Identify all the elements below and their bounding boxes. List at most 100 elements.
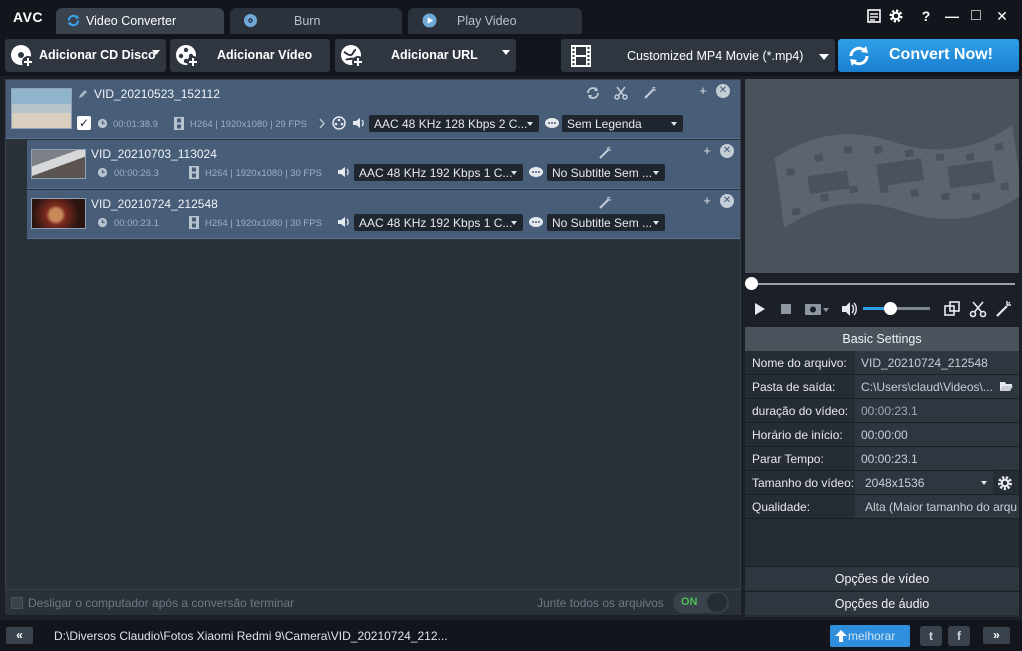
audio-options-button[interactable]: Opções de áudio (745, 591, 1019, 615)
player-controls (745, 293, 1019, 325)
output-format-select[interactable]: Customized MP4 Movie (*.mp4) (561, 39, 835, 72)
scissors-icon[interactable] (614, 86, 628, 100)
file-duration: 00:01:38.9 (113, 119, 158, 130)
chevron-right-icon[interactable] (318, 118, 326, 129)
reel-icon (332, 116, 346, 130)
gear-icon[interactable] (997, 475, 1013, 491)
add-url-label: Adicionar URL (391, 48, 478, 62)
tab-video-converter[interactable]: Video Converter (56, 8, 224, 34)
minimize-button[interactable]: — (944, 8, 960, 24)
magic-wand-icon[interactable] (598, 146, 612, 160)
subtitle-select[interactable]: No Subtitle Sem ... (547, 164, 665, 181)
output-folder-field[interactable]: C:\Users\claud\Videos\... (855, 375, 1019, 398)
play-icon[interactable] (750, 300, 768, 318)
snapshot-icon[interactable] (803, 300, 831, 318)
stop-icon[interactable] (777, 300, 795, 318)
facebook-icon[interactable]: f (948, 626, 970, 646)
setting-row-video-size: Tamanho do vídeo: 2048x1536 (745, 471, 1019, 495)
merge-toggle-state: ON (681, 596, 698, 608)
chevron-down-icon[interactable] (152, 50, 160, 55)
filename-input[interactable]: VID_20210724_212548 (855, 351, 1019, 374)
collapse-button[interactable]: « (6, 627, 33, 644)
close-button[interactable]: ✕ (994, 8, 1010, 24)
audio-track-select[interactable]: AAC 48 KHz 128 Kbps 2 C... (369, 115, 539, 132)
setting-value: Alta (Maior tamanho do arquivo) (865, 500, 1017, 514)
quality-select[interactable]: Alta (Maior tamanho do arquivo) (855, 495, 1019, 518)
file-duration: 00:00:26.3 (114, 168, 159, 179)
remove-file-button[interactable]: ✕ (716, 84, 730, 98)
expand-button[interactable]: » (983, 627, 1010, 644)
improve-button[interactable]: melhorar (830, 625, 910, 647)
cd-add-icon (11, 45, 34, 68)
setting-row-filename: Nome do arquivo: VID_20210724_212548 (745, 351, 1019, 375)
add-cd-button[interactable]: Adicionar CD Disco (5, 39, 166, 72)
scissors-icon[interactable] (969, 300, 987, 318)
remove-file-button[interactable]: ✕ (720, 144, 734, 158)
volume-handle[interactable] (883, 302, 897, 315)
merge-toggle[interactable]: ON (673, 592, 729, 613)
notes-icon[interactable] (866, 8, 882, 24)
magic-wand-icon[interactable] (995, 300, 1013, 318)
shutdown-checkbox[interactable] (11, 597, 23, 609)
add-icon[interactable]: + (699, 144, 715, 160)
audio-track-select[interactable]: AAC 48 KHz 192 Kbps 1 C... (354, 214, 523, 231)
chevron-down-icon[interactable] (502, 50, 510, 55)
film-icon (189, 166, 199, 179)
file-row[interactable]: VID_20210523_152112 ✓ 00:01:38.9 H264 | … (6, 80, 740, 139)
seek-track[interactable] (751, 283, 1015, 285)
file-row[interactable]: VID_20210703_113024 00:00:26.3 H264 | 19… (27, 140, 740, 189)
refresh-icon[interactable] (586, 86, 600, 100)
add-icon[interactable]: + (695, 84, 711, 100)
video-info: H264 | 1920x1080 | 30 FPS (205, 218, 322, 229)
video-options-button[interactable]: Opções de vídeo (745, 566, 1019, 590)
seek-bar[interactable] (745, 273, 1019, 293)
settings-header[interactable]: Basic Settings (745, 327, 1019, 351)
stop-time-input[interactable]: 00:00:23.1 (855, 447, 1019, 470)
chevron-down-icon (671, 122, 677, 126)
audio-track-value: AAC 48 KHz 192 Kbps 1 C... (359, 166, 513, 180)
gear-icon[interactable] (888, 8, 904, 24)
twitter-icon[interactable]: t (920, 626, 942, 646)
tab-play-video[interactable]: Play Video (408, 8, 582, 34)
add-video-label: Adicionar Vídeo (217, 48, 313, 62)
add-cd-label: Adicionar CD Disco (39, 48, 156, 62)
setting-row-output-folder: Pasta de saída: C:\Users\claud\Videos\..… (745, 375, 1019, 399)
folder-open-icon[interactable] (999, 381, 1014, 392)
add-url-button[interactable]: Adicionar URL (335, 39, 516, 72)
add-video-button[interactable]: Adicionar Vídeo (170, 39, 330, 72)
audio-track-select[interactable]: AAC 48 KHz 192 Kbps 1 C... (354, 164, 523, 181)
seek-handle[interactable] (745, 277, 758, 290)
video-preview[interactable] (745, 79, 1022, 273)
pencil-icon[interactable] (77, 88, 89, 100)
setting-label: Parar Tempo: (752, 452, 824, 466)
chevron-down-icon[interactable] (819, 54, 829, 60)
tab-burn[interactable]: Burn (230, 8, 402, 34)
subtitle-select[interactable]: Sem Legenda (562, 115, 683, 132)
setting-value: VID_20210724_212548 (861, 356, 988, 370)
help-button[interactable]: ? (918, 8, 934, 24)
app-logo: AVC (13, 9, 44, 25)
subtitle-value: Sem Legenda (567, 117, 642, 131)
video-thumbnail (11, 88, 72, 129)
volume-icon[interactable] (840, 300, 858, 318)
remove-file-button[interactable]: ✕ (720, 194, 734, 208)
status-bar: « D:\Diversos Claudio\Fotos Xiaomi Redmi… (0, 620, 1022, 651)
video-size-select[interactable]: 2048x1536 (855, 471, 993, 494)
setting-value: 00:00:23.1 (861, 452, 918, 466)
magic-wand-icon[interactable] (643, 86, 657, 100)
file-checkbox[interactable]: ✓ (77, 116, 91, 130)
file-row[interactable]: VID_20210724_212548 00:00:23.1 H264 | 19… (27, 190, 740, 239)
setting-value: 00:00:00 (861, 428, 908, 442)
setting-row-stop-time: Parar Tempo: 00:00:23.1 (745, 447, 1019, 471)
speaker-icon (338, 217, 349, 227)
add-icon[interactable]: + (699, 194, 715, 210)
magic-wand-icon[interactable] (598, 196, 612, 210)
start-time-input[interactable]: 00:00:00 (855, 423, 1019, 446)
crop-icon[interactable] (943, 300, 961, 318)
chevron-down-icon (511, 171, 517, 175)
chevron-down-icon (653, 171, 659, 175)
file-name: VID_20210523_152112 (94, 87, 220, 101)
convert-now-button[interactable]: Convert Now! (838, 39, 1019, 72)
maximize-button[interactable]: □ (968, 8, 984, 24)
subtitle-select[interactable]: No Subtitle Sem ... (547, 214, 665, 231)
